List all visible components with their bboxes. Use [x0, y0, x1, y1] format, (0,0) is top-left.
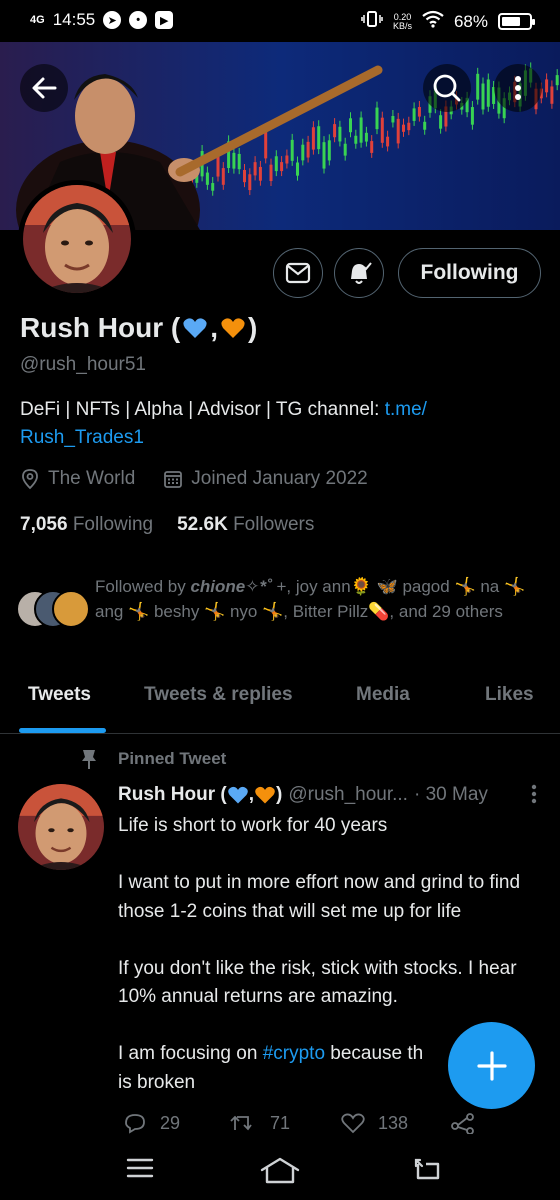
- menu-button[interactable]: [126, 1156, 154, 1185]
- profile-name-text: Rush Hour (: [20, 312, 181, 343]
- compose-plus-icon: [476, 1050, 507, 1081]
- tweet-actions: 29 71 138: [118, 1112, 548, 1142]
- following-count[interactable]: 7,056 Following: [20, 514, 153, 536]
- back-arrow-icon: [32, 77, 57, 99]
- joined-text: Joined January 2022: [191, 468, 368, 489]
- followed-by-first: chione✧*˚: [190, 577, 272, 596]
- retweet-icon: [230, 1115, 252, 1131]
- compose-tweet-button[interactable]: [448, 1022, 535, 1109]
- reply-button[interactable]: 29: [122, 1112, 180, 1134]
- search-button[interactable]: [423, 64, 471, 112]
- retweet-count: 71: [270, 1112, 291, 1133]
- tweet-author-name[interactable]: Rush Hour ( , ): [118, 784, 282, 806]
- follow-counts: 7,056 Following 52.6K Followers: [20, 514, 314, 536]
- tab-tweets[interactable]: Tweets: [28, 684, 91, 706]
- tab-tweets-replies[interactable]: Tweets & replies: [144, 684, 293, 706]
- tweet-more-button[interactable]: [531, 784, 537, 810]
- speed-unit: KB/s: [392, 20, 412, 31]
- tab-media[interactable]: Media: [356, 684, 410, 706]
- more-vertical-icon: [515, 76, 521, 100]
- orange-heart-icon: [255, 786, 275, 804]
- bio-text: DeFi | NFTs | Alpha | Advisor | TG chann…: [20, 399, 385, 420]
- tweet-text-part: Life is short to work for 40 years I wan…: [118, 815, 521, 1064]
- youtube-icon: ▶: [155, 11, 174, 29]
- notifications-button[interactable]: [334, 248, 384, 298]
- reply-count: 29: [160, 1112, 181, 1133]
- network-indicator: 4G: [30, 14, 45, 26]
- calendar-icon: [164, 471, 183, 488]
- system-nav-bar: [0, 1146, 560, 1200]
- reply-icon: [125, 1114, 145, 1134]
- location-icon: [22, 469, 38, 490]
- menu-icon: [126, 1158, 154, 1178]
- network-speed: 0.20 KB/s: [392, 12, 412, 31]
- home-button[interactable]: [259, 1156, 301, 1191]
- tweet-author-end: ): [276, 784, 283, 805]
- back-nav-button[interactable]: [412, 1156, 442, 1187]
- following-label: Following: [72, 514, 154, 535]
- back-button[interactable]: [20, 64, 68, 112]
- search-icon: [433, 74, 461, 102]
- profile-tabs: Tweets Tweets & replies Media Likes: [0, 672, 560, 734]
- blue-heart-icon: [183, 318, 207, 338]
- status-bar: 4G 14:55 ➤ • ▶ 0.20 KB/s 68%: [0, 0, 560, 42]
- orange-heart-icon: [221, 318, 245, 338]
- vibrate-icon: [361, 10, 383, 33]
- telegram-icon: ➤: [103, 11, 122, 29]
- status-time: 14:55: [52, 10, 96, 29]
- profile-bio: DeFi | NFTs | Alpha | Advisor | TG chann…: [20, 396, 540, 452]
- more-options-button[interactable]: [494, 64, 542, 112]
- share-button[interactable]: [450, 1112, 476, 1134]
- avatar-image: [23, 185, 131, 293]
- profile-meta: The World Joined January 2022: [20, 468, 368, 490]
- followed-by-prefix: Followed by: [95, 577, 191, 596]
- followers-count[interactable]: 52.6K Followers: [177, 514, 314, 536]
- like-count: 138: [378, 1112, 409, 1133]
- tweet-author-name-text: Rush Hour (: [118, 784, 227, 805]
- tweet-hashtag[interactable]: #crypto: [263, 1043, 325, 1064]
- retweet-button[interactable]: 71: [228, 1112, 290, 1134]
- like-icon: [341, 1113, 365, 1134]
- profile-name-sep: ,: [210, 312, 218, 343]
- pinned-label-text: Pinned Tweet: [118, 749, 227, 768]
- tab-likes[interactable]: Likes: [485, 684, 534, 706]
- app-icon: •: [129, 11, 148, 29]
- profile-avatar[interactable]: [18, 180, 136, 298]
- following-button[interactable]: Following: [398, 248, 541, 298]
- tweet-date[interactable]: · 30 May: [414, 784, 488, 806]
- bell-plus-icon: [351, 262, 372, 284]
- share-icon: [451, 1113, 474, 1134]
- avatar-image: [18, 784, 104, 870]
- followers-number: 52.6K: [177, 514, 228, 535]
- followed-by-text: Followed by chione✧*˚ +, joy ann🌻 🦋 pago…: [95, 574, 535, 624]
- following-number: 7,056: [20, 514, 68, 535]
- battery-icon: [498, 13, 535, 30]
- mail-icon: [285, 262, 311, 284]
- message-button[interactable]: [273, 248, 323, 298]
- profile-name: Rush Hour ( , ): [20, 312, 257, 344]
- tweet-header: Rush Hour ( , ) @rush_hour... · 30 May: [118, 784, 543, 806]
- pin-icon: [82, 750, 96, 769]
- wifi-icon: [422, 10, 444, 33]
- location-text: The World: [48, 468, 136, 489]
- battery-percent: 68%: [453, 11, 488, 31]
- blue-heart-icon: [227, 786, 248, 804]
- like-button[interactable]: 138: [340, 1112, 408, 1134]
- follower-avatar: [52, 590, 90, 628]
- pinned-label: Pinned Tweet: [80, 748, 226, 770]
- home-icon: [260, 1157, 300, 1184]
- tweet-author-handle[interactable]: @rush_hour...: [288, 784, 408, 806]
- active-tab-indicator: [19, 728, 106, 733]
- tweet-author-avatar[interactable]: [18, 784, 104, 870]
- profile-handle: @rush_hour51: [20, 354, 146, 375]
- followers-label: Followers: [233, 514, 315, 535]
- more-vertical-icon: [531, 784, 537, 804]
- back-icon: [414, 1158, 440, 1180]
- profile-name-end: ): [248, 312, 258, 343]
